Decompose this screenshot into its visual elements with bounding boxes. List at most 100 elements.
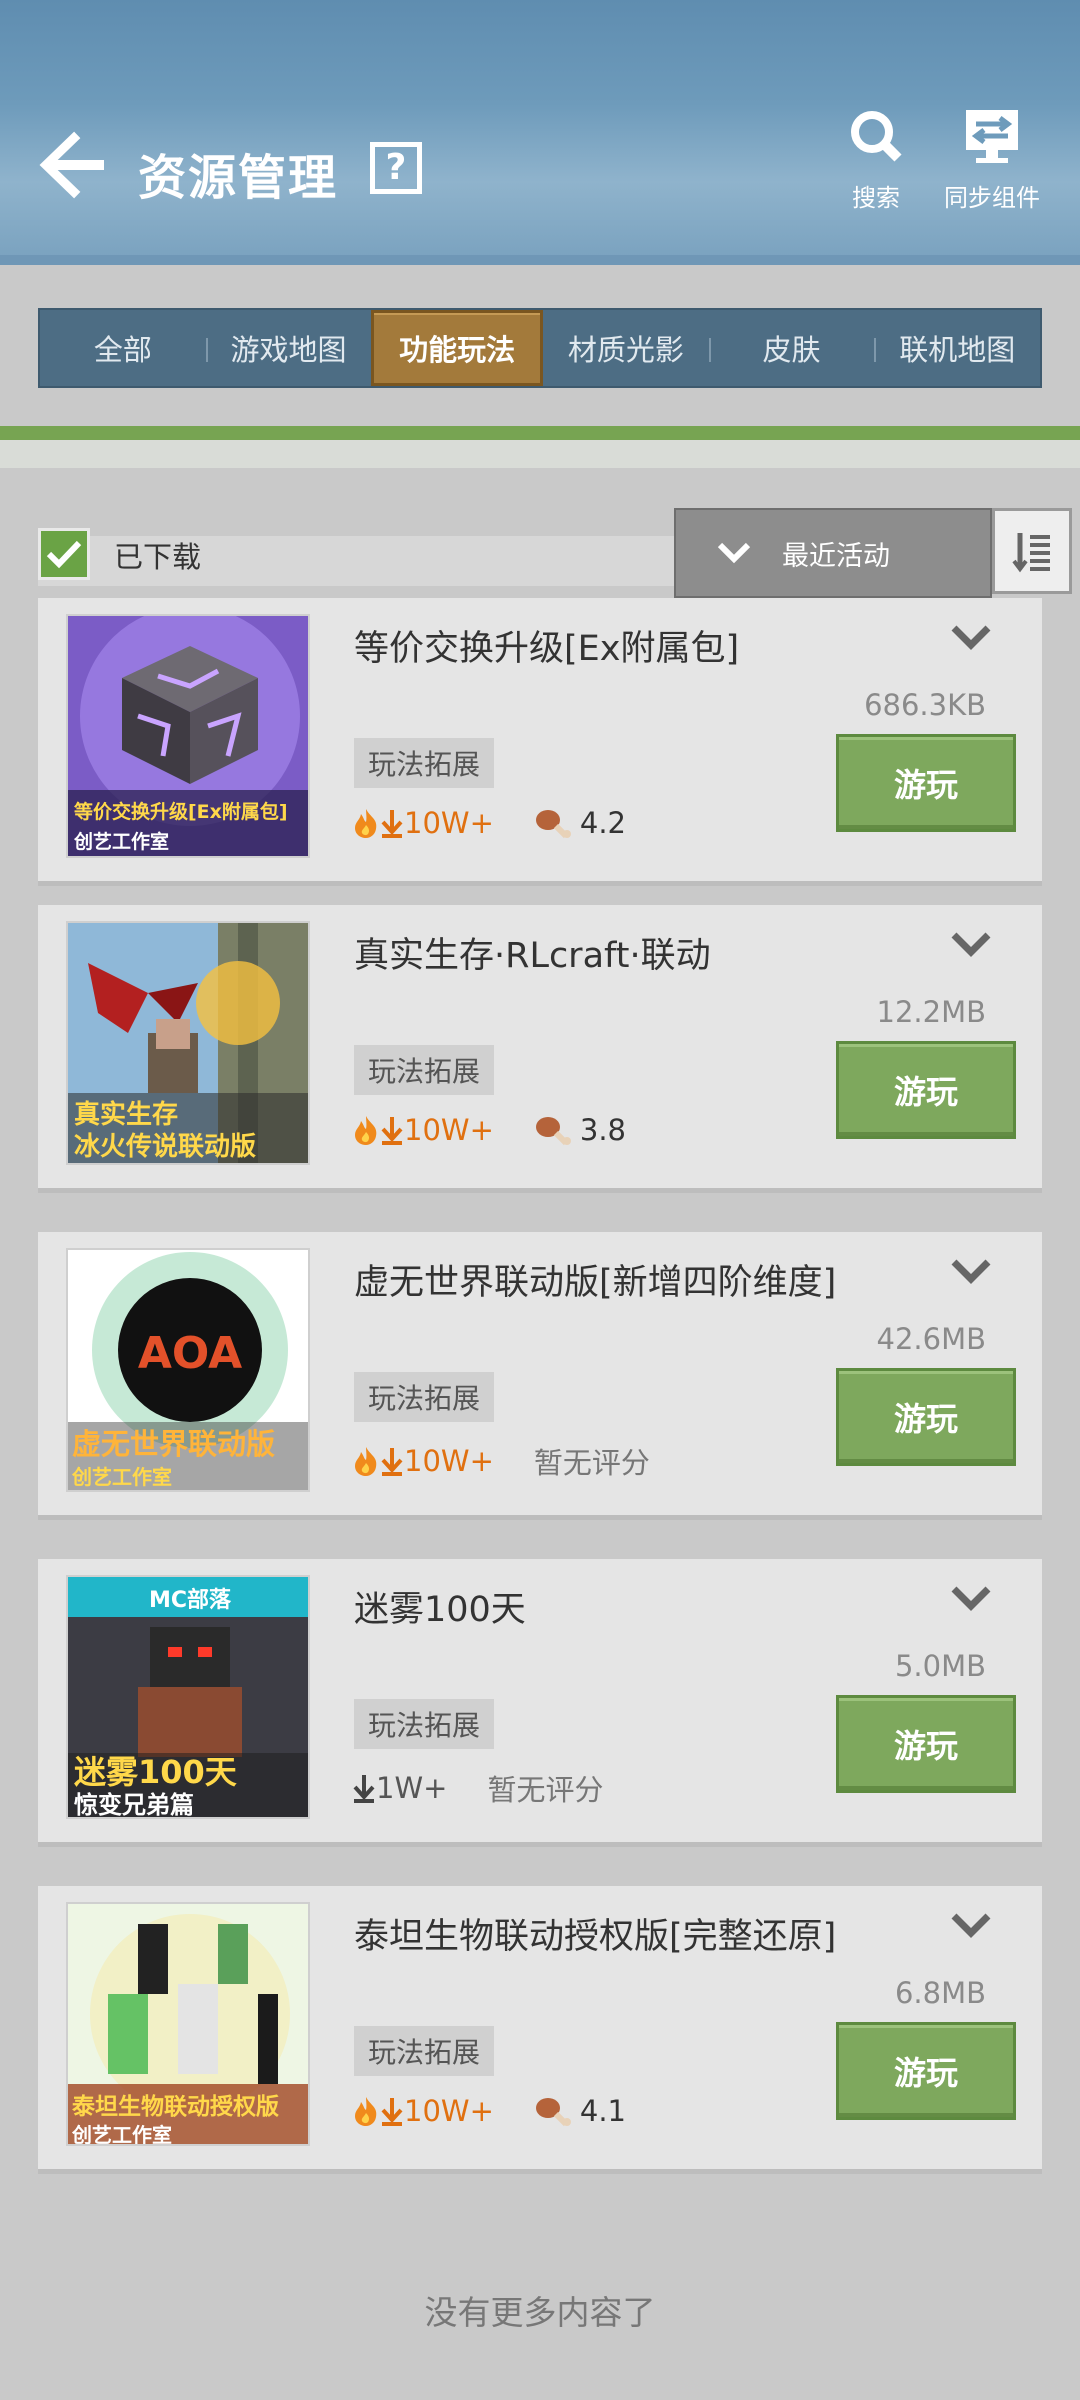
play-button[interactable]: 游玩 xyxy=(836,1695,1016,1793)
rating-value: 3.8 xyxy=(579,1113,626,1147)
play-button[interactable]: 游玩 xyxy=(836,2022,1016,2120)
resource-title: 等价交换升级[Ex附属包] xyxy=(354,629,740,669)
download-count: 10W+ xyxy=(352,806,494,840)
tab-gameplay[interactable]: 功能玩法 xyxy=(371,310,544,386)
chevron-down-icon[interactable] xyxy=(946,1579,996,1619)
category-tag: 玩法拓展 xyxy=(354,1699,495,1749)
thumb-studio-text: 创艺工作室 xyxy=(73,830,169,853)
download-arrow-icon xyxy=(381,1448,403,1476)
download-count-value: 10W+ xyxy=(404,2094,494,2128)
checkmark-icon xyxy=(46,540,82,569)
download-count-value: 1W+ xyxy=(376,1771,448,1805)
category-tag: 玩法拓展 xyxy=(354,1045,495,1095)
resource-title: 迷雾100天 xyxy=(354,1590,526,1630)
rating-value: 4.1 xyxy=(579,2094,626,2128)
thumb-title-text: 泰坦生物联动授权版 xyxy=(71,2093,279,2120)
thumb-logo-text: AOA xyxy=(138,1328,242,1379)
thumb-logo-text: MC部落 xyxy=(149,1587,232,1613)
resource-thumbnail: 等价交换升级[Ex附属包] 创艺工作室 xyxy=(66,614,310,858)
download-count-value: 10W+ xyxy=(404,1113,494,1147)
resource-card[interactable]: AOA 虚无世界联动版 创艺工作室 虚无世界联动版[新增四阶维度] 42.6MB… xyxy=(38,1232,1042,1520)
sync-components-button[interactable]: 同步组件 xyxy=(936,108,1048,213)
downloaded-checkbox[interactable] xyxy=(38,528,90,580)
category-tag: 玩法拓展 xyxy=(354,2026,495,2076)
resource-stats: 10W+ 暂无评分 xyxy=(352,1440,650,1482)
resource-size: 42.6MB xyxy=(876,1322,987,1356)
fire-icon xyxy=(355,2097,377,2126)
resource-card[interactable]: MC部落 迷雾100天 惊变兄弟篇 迷雾100天 5.0MB 玩法拓展 1W+ … xyxy=(38,1559,1042,1847)
filter-bar: 已下载 最近活动 xyxy=(38,508,1072,598)
download-arrow-icon xyxy=(353,1775,375,1803)
chevron-down-icon[interactable] xyxy=(946,618,996,658)
resource-stats: 10W+ 4.1 xyxy=(352,2094,626,2128)
rating: 4.2 xyxy=(534,806,626,840)
download-count: 10W+ xyxy=(352,1444,494,1478)
download-arrow-icon xyxy=(381,2098,403,2126)
rating: 3.8 xyxy=(534,1113,626,1147)
sort-order-icon xyxy=(1012,533,1050,573)
play-button[interactable]: 游玩 xyxy=(836,1368,1016,1466)
chevron-down-icon[interactable] xyxy=(946,925,996,965)
sync-icon xyxy=(966,110,1018,163)
fire-icon xyxy=(355,809,377,838)
rating-value: 暂无评分 xyxy=(487,1773,604,1807)
fire-icon xyxy=(355,1116,377,1145)
resource-thumbnail: 真实生存 冰火传说联动版 xyxy=(66,921,310,1165)
search-label: 搜索 xyxy=(852,184,900,212)
chevron-down-icon[interactable] xyxy=(946,1906,996,1946)
chevron-down-icon xyxy=(717,542,751,564)
search-button[interactable]: 搜索 xyxy=(836,108,916,213)
play-button[interactable]: 游玩 xyxy=(836,1041,1016,1139)
divider-strip xyxy=(0,426,1080,440)
resource-thumbnail: 泰坦生物联动授权版 创艺工作室 xyxy=(66,1902,310,2146)
resource-card[interactable]: 等价交换升级[Ex附属包] 创艺工作室 等价交换升级[Ex附属包] 686.3K… xyxy=(38,598,1042,886)
rating: 暂无评分 xyxy=(534,1440,650,1482)
download-count: 1W+ xyxy=(352,1771,447,1805)
resource-card[interactable]: 泰坦生物联动授权版 创艺工作室 泰坦生物联动授权版[完整还原] 6.8MB 玩法… xyxy=(38,1886,1042,2174)
resource-stats: 10W+ 4.2 xyxy=(352,806,626,840)
category-tag: 玩法拓展 xyxy=(354,1372,495,1422)
thumb-title-text: 等价交换升级[Ex附属包] xyxy=(73,800,288,823)
tab-skins[interactable]: 皮肤 xyxy=(708,310,875,386)
category-tag: 玩法拓展 xyxy=(354,738,495,788)
resource-card[interactable]: 真实生存 冰火传说联动版 真实生存·RLcraft·联动 12.2MB 玩法拓展… xyxy=(38,905,1042,1193)
category-tabs: 全部 游戏地图 功能玩法 材质光影 皮肤 联机地图 xyxy=(38,308,1042,388)
sync-label: 同步组件 xyxy=(944,184,1040,212)
tab-multiplayer-maps[interactable]: 联机地图 xyxy=(874,310,1040,386)
resource-stats: 1W+ 暂无评分 xyxy=(352,1767,603,1809)
play-button[interactable]: 游玩 xyxy=(836,734,1016,832)
app-header: 资源管理 ? 搜索 同步组件 xyxy=(0,0,1080,265)
download-count-value: 10W+ xyxy=(404,1444,494,1478)
download-count: 10W+ xyxy=(352,2094,494,2128)
back-arrow-icon[interactable] xyxy=(38,130,108,200)
resource-size: 5.0MB xyxy=(894,1649,986,1683)
tab-all[interactable]: 全部 xyxy=(40,310,206,386)
thumb-title-text: 迷雾100天 xyxy=(74,1753,237,1791)
page-title: 资源管理 xyxy=(138,150,339,206)
resource-thumbnail: MC部落 迷雾100天 惊变兄弟篇 xyxy=(66,1575,310,1819)
divider-strip-light xyxy=(0,440,1080,468)
help-icon[interactable]: ? xyxy=(370,142,422,194)
download-arrow-icon xyxy=(381,1117,403,1145)
sort-dropdown[interactable]: 最近活动 xyxy=(674,508,992,598)
download-count: 10W+ xyxy=(352,1113,494,1147)
resource-title: 真实生存·RLcraft·联动 xyxy=(354,936,711,976)
tab-game-maps[interactable]: 游戏地图 xyxy=(205,310,372,386)
tab-textures-shaders[interactable]: 材质光影 xyxy=(543,310,709,386)
drumstick-icon xyxy=(535,2098,571,2127)
chevron-down-icon[interactable] xyxy=(946,1252,996,1292)
drumstick-icon xyxy=(535,810,571,839)
sort-label: 最近活动 xyxy=(782,540,890,572)
search-icon xyxy=(851,111,902,162)
resource-title: 泰坦生物联动授权版[完整还原] xyxy=(354,1917,837,1957)
thumb-title-text: 虚无世界联动版 xyxy=(72,1427,275,1461)
sort-order-button[interactable] xyxy=(992,508,1072,594)
resource-size: 12.2MB xyxy=(876,995,987,1029)
downloaded-label: 已下载 xyxy=(114,540,202,574)
rating-value: 4.2 xyxy=(579,806,626,840)
thumb-subtitle-text: 惊变兄弟篇 xyxy=(74,1791,194,1819)
download-count-value: 10W+ xyxy=(404,806,494,840)
rating: 暂无评分 xyxy=(487,1767,603,1809)
download-arrow-icon xyxy=(381,810,403,838)
resource-size: 686.3KB xyxy=(864,688,986,722)
